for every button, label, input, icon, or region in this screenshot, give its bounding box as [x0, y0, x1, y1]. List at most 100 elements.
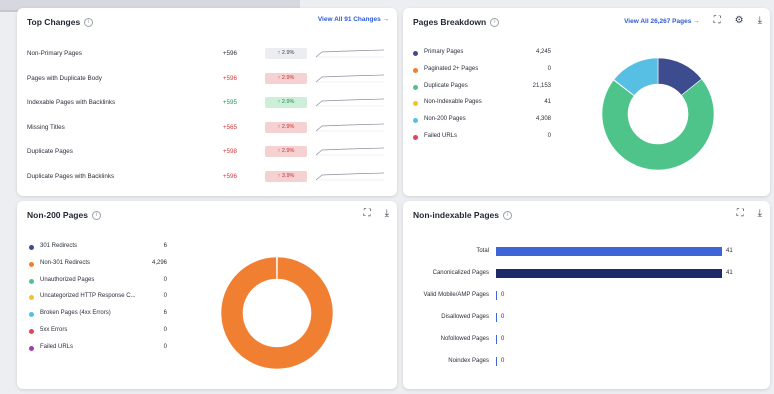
legend-value: 21,153 [532, 82, 551, 89]
change-value: +565 [222, 123, 237, 131]
sparkline-line [315, 49, 385, 58]
legend-label: Failed URLs [424, 133, 458, 139]
legend-value: 6 [163, 310, 167, 317]
legend-item[interactable]: Non-Indexable Pages 41 [413, 98, 551, 110]
change-percent-badge: ↑ 2.9% [265, 97, 307, 108]
expand-icon[interactable]: ⛶ [714, 16, 721, 26]
legend-item[interactable]: Paginated 2+ Pages 0 [413, 65, 551, 77]
sparkline-line [315, 172, 385, 180]
legend-label: Primary Pages [424, 49, 464, 55]
legend-label: Uncategorized HTTP Response C... [40, 293, 136, 300]
legend-item[interactable]: Failed URLs 0 [413, 132, 551, 144]
legend-color-dot [29, 312, 34, 318]
legend-color-dot [413, 84, 418, 90]
legend-color-dot [29, 261, 34, 267]
legend-item[interactable]: 5xx Errors 0 [29, 326, 167, 338]
legend-value: 0 [163, 327, 167, 333]
bar[interactable] [496, 335, 497, 344]
sparkline-line [315, 123, 385, 131]
change-percent-badge: ↑ 2.9% [265, 48, 307, 59]
legend-color-dot [29, 345, 34, 351]
bar-category-label: Valid Mobile/AMP Pages [423, 292, 489, 298]
legend-value: 0 [163, 293, 167, 300]
trend-sparkline [315, 172, 385, 180]
bar-category-label: Canonicalized Pages [432, 270, 489, 276]
change-row[interactable]: Missing Titles +565 ↑ 2.9% [17, 120, 397, 138]
legend-item[interactable]: Non-301 Redirects 4,296 [29, 259, 167, 271]
bar-value-label: 0 [501, 358, 505, 364]
expand-icon[interactable]: ⛶ [364, 209, 371, 219]
bar-value-label: 0 [501, 292, 505, 298]
legend-label: Failed URLs [40, 343, 74, 350]
download-icon[interactable]: ⤓ [758, 209, 762, 219]
legend-item[interactable]: Non-200 Pages 4,308 [413, 115, 551, 127]
pages-breakdown-card: Pages Breakdown i View All 26,267 Pages … [403, 8, 770, 196]
change-row[interactable]: Non-Primary Pages +596 ↑ 2.9% [17, 46, 397, 64]
legend-label: Unauthorized Pages [40, 276, 95, 283]
legend-color-dot [413, 135, 418, 140]
change-label: Non-Primary Pages [27, 50, 82, 57]
sparkline-line [315, 98, 385, 107]
legend-value: 4,308 [535, 116, 551, 123]
trend-sparkline [315, 74, 385, 82]
info-icon[interactable]: i [490, 17, 500, 27]
bar-category-label: Total [476, 248, 489, 254]
bar-value-label: 41 [726, 248, 733, 254]
bar[interactable] [496, 269, 722, 278]
card-title: Non-200 Pages [27, 210, 88, 220]
legend-item[interactable]: Duplicate Pages 21,153 [413, 82, 551, 94]
bar[interactable] [496, 313, 497, 322]
change-row[interactable]: Duplicate Pages with Backlinks +596 ↑ 3.9% [17, 169, 397, 187]
legend-color-dot [29, 295, 34, 301]
legend-item[interactable]: Broken Pages (4xx Errors) 6 [29, 309, 167, 321]
legend-value: 4,296 [151, 259, 167, 266]
top-changes-card: Top Changes i View All 91 Changes → Non-… [17, 8, 397, 196]
legend-item[interactable]: Failed URLs 0 [29, 343, 167, 355]
change-value: +596 [222, 50, 237, 57]
trend-sparkline [315, 147, 385, 156]
info-icon[interactable]: i [91, 210, 101, 220]
change-value: +596 [222, 172, 237, 180]
legend-label: Duplicate Pages [424, 82, 468, 89]
legend-label: Non-301 Redirects [40, 259, 91, 266]
legend-label: Paginated 2+ Pages [424, 65, 479, 72]
change-row[interactable]: Pages with Duplicate Body +596 ↑ 2.9% [17, 71, 397, 89]
legend-color-dot [29, 245, 34, 250]
legend-color-dot [29, 329, 34, 334]
download-icon[interactable]: ⤓ [758, 16, 762, 26]
legend-item[interactable]: Unauthorized Pages 0 [29, 276, 167, 288]
info-icon[interactable]: i [84, 17, 94, 27]
trend-sparkline [315, 98, 385, 107]
change-label: Duplicate Pages [27, 148, 73, 155]
bar-value-label: 0 [501, 336, 505, 342]
legend-label: Non-Indexable Pages [424, 99, 482, 106]
info-icon[interactable]: i [502, 210, 512, 220]
legend-color-dot [413, 118, 418, 124]
change-row[interactable]: Indexable Pages with Backlinks +595 ↑ 2.9% [17, 95, 397, 113]
change-row[interactable]: Duplicate Pages +598 ↑ 2.9% [17, 144, 397, 162]
expand-icon[interactable]: ⛶ [737, 209, 744, 219]
legend-item[interactable]: 301 Redirects 6 [29, 242, 167, 254]
bar-category-label: Nofollowed Pages [440, 336, 489, 342]
bar[interactable] [496, 357, 497, 366]
change-percent-badge: ↑ 2.9% [265, 121, 307, 133]
sparkline-line [315, 74, 385, 82]
legend-item[interactable]: Primary Pages 4,245 [413, 48, 551, 60]
gear-icon[interactable]: ⚙ [735, 16, 744, 26]
legend-item[interactable]: Uncategorized HTTP Response C... 0 [29, 292, 167, 304]
sparkline-line [315, 147, 385, 156]
change-label: Pages with Duplicate Body [27, 74, 102, 82]
non-indexable-pages-card: Non-indexable Pages i ⛶ ⤓ Total 41 Canonic… [403, 201, 770, 389]
view-all-changes-link[interactable]: View All 91 Changes → [318, 16, 389, 23]
legend-value: 0 [547, 133, 551, 139]
download-icon[interactable]: ⤓ [385, 209, 389, 219]
legend-label: Non-200 Pages [424, 116, 466, 123]
change-label: Indexable Pages with Backlinks [27, 99, 116, 106]
change-label: Missing Titles [27, 123, 65, 131]
view-all-pages-link[interactable]: View All 26,267 Pages → [624, 18, 700, 25]
legend-value: 0 [163, 276, 167, 283]
card-title: Pages Breakdown [413, 17, 487, 27]
bar[interactable] [496, 247, 722, 256]
bar[interactable] [496, 291, 497, 300]
bar-category-label: Disallowed Pages [441, 314, 489, 320]
